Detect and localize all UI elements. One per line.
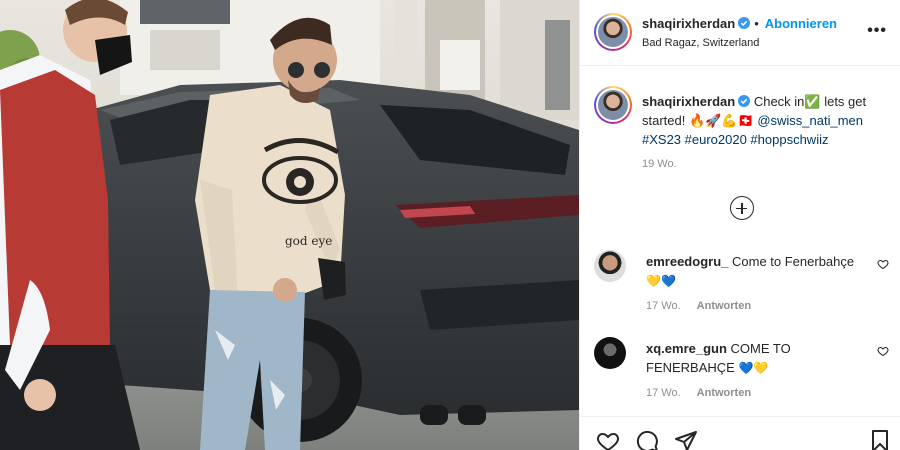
commenter-avatar[interactable]	[594, 250, 626, 282]
caption-mention[interactable]: @swiss_nati_men	[757, 113, 863, 128]
verified-icon	[738, 17, 751, 29]
post-sidebar: shaqirixherdan • Abonnieren Bad Ragaz, Swi…	[579, 0, 900, 450]
comment-meta: 17 Wo. Antworten	[646, 387, 767, 399]
author-line: shaqirixherdan • Abonnieren	[642, 16, 837, 31]
commenter-username[interactable]: emreedogru_	[646, 254, 728, 269]
share-icon[interactable]	[674, 429, 698, 450]
verified-icon	[738, 95, 751, 107]
author-username[interactable]: shaqirixherdan	[642, 16, 735, 31]
load-more-comments-icon[interactable]	[730, 196, 754, 220]
reply-button[interactable]: Antworten	[697, 300, 751, 312]
like-icon[interactable]	[596, 429, 620, 450]
comment-body: emreedogru_ Come to Fenerbahçe 💛💙	[646, 252, 866, 291]
caption-text: shaqirixherdan Check in✅ lets get starte…	[642, 92, 894, 149]
separator-dot: •	[754, 16, 759, 31]
comment-text: Come to Fenerbahçe	[732, 254, 855, 269]
follow-button[interactable]: Abonnieren	[765, 16, 837, 31]
caption-timestamp[interactable]: 19 Wo.	[642, 158, 677, 170]
author-avatar[interactable]	[594, 13, 632, 51]
comment-emoji: 💛💙	[646, 274, 676, 288]
comment-emoji: 💙💛	[738, 361, 769, 375]
reply-button[interactable]: Antworten	[697, 387, 751, 399]
post-photo[interactable]: god eye	[0, 0, 579, 450]
hoodie-print-text: god eye	[285, 234, 332, 248]
like-comment-icon[interactable]	[877, 258, 889, 270]
caption-hashtags[interactable]: #XS23 #euro2020 #hoppschwiiz	[642, 132, 828, 147]
post-location[interactable]: Bad Ragaz, Switzerland	[642, 37, 759, 49]
caption-avatar[interactable]	[594, 86, 632, 124]
comment-icon[interactable]	[635, 429, 659, 450]
caption-username[interactable]: shaqirixherdan	[642, 94, 735, 109]
comment-meta: 17 Wo. Antworten	[646, 300, 767, 312]
post-image: god eye	[0, 0, 579, 450]
more-options-icon[interactable]: •••	[867, 22, 887, 40]
commenter-username[interactable]: xq.emre_gun	[646, 341, 727, 356]
comment-timestamp[interactable]: 17 Wo.	[646, 300, 681, 312]
comment-body: xq.emre_gun COME TO FENERBAHÇE 💙💛	[646, 339, 866, 378]
post-actions	[580, 416, 900, 450]
post-header: shaqirixherdan • Abonnieren Bad Ragaz, Swi…	[580, 0, 900, 66]
save-icon[interactable]	[868, 429, 892, 450]
like-comment-icon[interactable]	[877, 345, 889, 357]
comment-timestamp[interactable]: 17 Wo.	[646, 387, 681, 399]
commenter-avatar[interactable]	[594, 337, 626, 369]
